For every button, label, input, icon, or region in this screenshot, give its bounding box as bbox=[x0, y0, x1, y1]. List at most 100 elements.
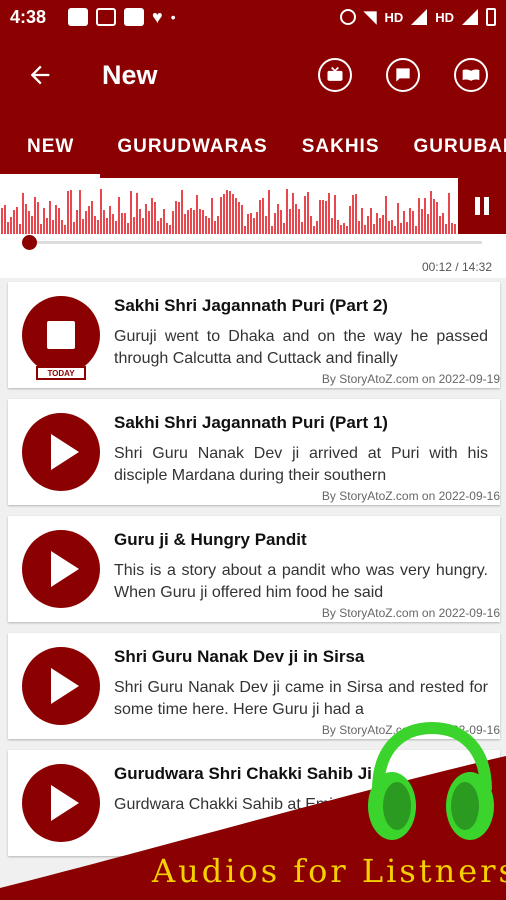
waveform-bar bbox=[391, 220, 393, 234]
play-icon bbox=[51, 434, 79, 470]
waveform-bar bbox=[424, 198, 426, 234]
dnd-icon bbox=[340, 9, 357, 25]
waveform-bar bbox=[214, 221, 216, 234]
waveform-bar bbox=[346, 226, 348, 234]
waveform-bar bbox=[229, 191, 231, 234]
waveform-bar bbox=[106, 218, 108, 234]
list-item[interactable]: Sakhi Shri Jagannath Puri (Part 1) Shri … bbox=[8, 399, 500, 505]
waveform-bar bbox=[208, 218, 210, 234]
waveform-bar bbox=[406, 222, 408, 234]
waveform-bar bbox=[82, 219, 84, 234]
seek-bar[interactable] bbox=[30, 241, 482, 244]
waveform-bar bbox=[289, 209, 291, 234]
waveform-bar bbox=[274, 213, 276, 234]
waveform-bar bbox=[133, 217, 135, 234]
waveform-bar bbox=[451, 223, 453, 234]
signal-icon-2 bbox=[462, 9, 478, 25]
play-button[interactable] bbox=[22, 764, 100, 842]
pause-icon-bar bbox=[484, 197, 489, 215]
waveform-bar bbox=[79, 190, 81, 234]
list-item[interactable]: Shri Guru Nanak Dev ji in Sirsa Shri Gur… bbox=[8, 633, 500, 739]
waveform-bar bbox=[265, 216, 267, 234]
list-item[interactable]: TODAY Sakhi Shri Jagannath Puri (Part 2)… bbox=[8, 282, 500, 388]
chat-button[interactable] bbox=[386, 58, 420, 92]
waveform-bar bbox=[307, 192, 309, 234]
waveform-bar bbox=[211, 198, 213, 234]
waveform-bar bbox=[241, 205, 243, 234]
waveform-bar bbox=[454, 224, 456, 234]
signal-icon bbox=[411, 9, 428, 25]
waveform-bar bbox=[244, 226, 246, 234]
book-button[interactable] bbox=[454, 58, 488, 92]
today-badge: TODAY bbox=[36, 366, 86, 380]
play-button[interactable] bbox=[22, 647, 100, 725]
list-item[interactable]: Guru ji & Hungry Pandit This is a story … bbox=[8, 516, 500, 622]
hd-label-1: HD bbox=[384, 9, 404, 25]
waveform-bar bbox=[379, 218, 381, 234]
item-title: Sakhi Shri Jagannath Puri (Part 2) bbox=[114, 296, 388, 315]
waveform-bar bbox=[340, 225, 342, 234]
tab-gurubani[interactable]: GURUBANI bbox=[397, 116, 506, 178]
waveform-bar bbox=[49, 201, 51, 234]
waveform-bar bbox=[163, 209, 165, 234]
list-item[interactable]: Gurudwara Shri Chakki Sahib Ji Gurdwara … bbox=[8, 750, 500, 856]
image-icon bbox=[68, 8, 89, 26]
waveform-bar bbox=[235, 198, 237, 234]
waveform-bar bbox=[403, 211, 405, 234]
waveform-bar bbox=[28, 211, 30, 234]
notification-dot: • bbox=[170, 9, 176, 25]
waveform-bar bbox=[202, 210, 204, 234]
waveform-bar bbox=[145, 204, 147, 234]
waveform-bar bbox=[385, 196, 387, 234]
promo-tagline: Audios for Listners bbox=[152, 852, 506, 890]
waveform-bar bbox=[388, 221, 390, 234]
waveform-bar bbox=[97, 220, 99, 234]
waveform-bar bbox=[412, 211, 414, 234]
waveform-bar bbox=[361, 208, 363, 234]
play-button[interactable] bbox=[22, 530, 100, 608]
audio-player: 00:12 / 14:32 bbox=[0, 178, 506, 278]
pause-button[interactable] bbox=[458, 178, 506, 234]
status-time: 4:38 bbox=[10, 6, 47, 27]
waveform-bar bbox=[448, 193, 450, 234]
tv-button[interactable] bbox=[318, 58, 352, 92]
waveform-bar bbox=[316, 221, 318, 234]
waveform-bar bbox=[58, 208, 60, 234]
waveform-bar bbox=[55, 205, 57, 234]
waveform-bar bbox=[415, 226, 417, 234]
item-meta: By StoryAtoZ.com on 2022-09-16 bbox=[321, 723, 500, 737]
waveform-bar bbox=[364, 225, 366, 234]
play-button[interactable] bbox=[22, 413, 100, 491]
back-button[interactable] bbox=[0, 34, 80, 116]
waveform-bar bbox=[25, 204, 27, 234]
tab-new[interactable]: NEW bbox=[0, 116, 101, 178]
waveform-bar bbox=[154, 202, 156, 234]
waveform-bar bbox=[1, 208, 3, 234]
waveform-bar bbox=[304, 196, 306, 234]
waveform-bar bbox=[286, 189, 288, 234]
waveform-bar bbox=[280, 210, 282, 234]
item-title: Shri Guru Nanak Dev ji in Sirsa bbox=[114, 647, 365, 666]
waveform-bar bbox=[142, 218, 144, 234]
item-description: Shri Guru Nanak Dev ji arrived at Puri w… bbox=[114, 445, 488, 484]
waveform[interactable] bbox=[0, 184, 458, 234]
seek-thumb[interactable] bbox=[22, 235, 37, 250]
waveform-bar bbox=[157, 221, 159, 234]
waveform-bar bbox=[373, 224, 375, 234]
waveform-bar bbox=[127, 223, 129, 234]
waveform-bar bbox=[67, 191, 69, 234]
waveform-bar bbox=[331, 218, 333, 234]
waveform-bar bbox=[151, 198, 153, 234]
waveform-bar bbox=[61, 220, 63, 234]
item-description: Shri Guru Nanak Dev ji came in Sirsa and… bbox=[114, 679, 488, 718]
waveform-bar bbox=[427, 214, 429, 234]
waveform-bar bbox=[91, 201, 93, 234]
tab-sakhis[interactable]: SAKHIS bbox=[285, 116, 397, 178]
waveform-bar bbox=[397, 203, 399, 234]
waveform-bar bbox=[352, 195, 354, 234]
waveform-bar bbox=[247, 214, 249, 234]
waveform-bar bbox=[112, 214, 114, 234]
stop-button[interactable]: TODAY bbox=[22, 296, 100, 380]
tab-gurudwaras[interactable]: GURUDWARAS bbox=[100, 116, 284, 178]
waveform-bar bbox=[139, 209, 141, 234]
